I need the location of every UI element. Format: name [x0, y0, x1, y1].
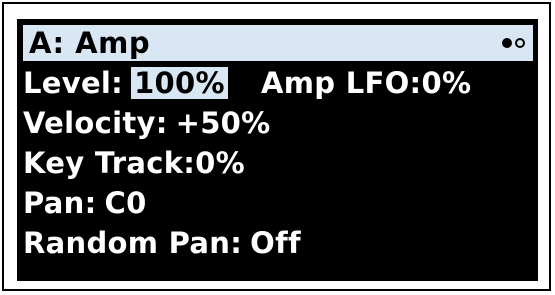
param-row-pan[interactable]: Pan: C0 [23, 185, 147, 221]
amp-lfo-label: Amp LFO: [261, 66, 422, 100]
other-page-dot-icon [515, 38, 525, 48]
device-frame: A: Amp Level: 100% Amp LFO: 0% Velocity:… [2, 2, 551, 291]
level-value[interactable]: 100% [131, 67, 228, 99]
amp-lfo-value: 0% [421, 66, 472, 100]
current-page-dot-icon [502, 38, 512, 48]
key-track-label: Key Track: [23, 146, 196, 180]
display-screen: A: Amp Level: 100% Amp LFO: 0% Velocity:… [17, 19, 538, 281]
pan-label: Pan: [23, 186, 97, 220]
velocity-label: Velocity: [23, 106, 168, 140]
amp-lfo-param[interactable]: Amp LFO: 0% [261, 65, 471, 101]
param-row-random-pan[interactable]: Random Pan: Off [23, 225, 301, 261]
page-title: A: Amp [29, 26, 151, 60]
random-pan-value: Off [250, 226, 301, 260]
level-label: Level: [23, 66, 124, 100]
param-row-level: Level: 100% Amp LFO: 0% [23, 65, 533, 101]
velocity-value: +50% [175, 106, 271, 140]
random-pan-label: Random Pan: [23, 226, 243, 260]
page-header: A: Amp [23, 25, 533, 61]
pan-value: C0 [104, 186, 147, 220]
param-row-key-track[interactable]: Key Track: 0% [23, 145, 245, 181]
key-track-value: 0% [195, 146, 246, 180]
param-row-velocity[interactable]: Velocity: +50% [23, 105, 271, 141]
page-indicator [502, 38, 525, 48]
